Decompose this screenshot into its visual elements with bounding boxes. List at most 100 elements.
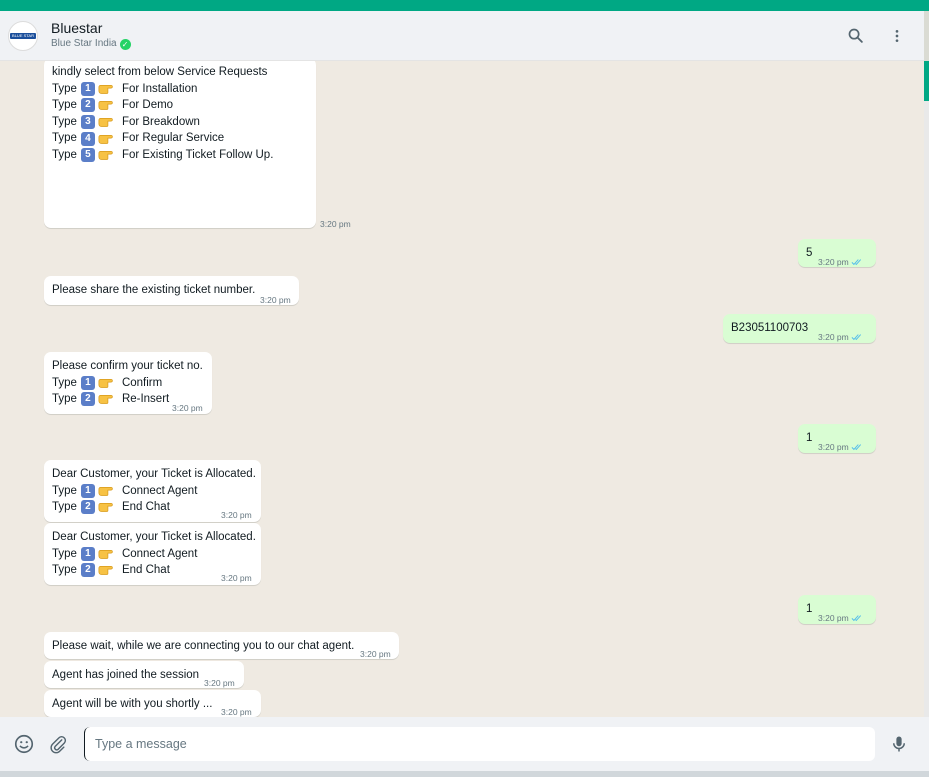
read-receipt-icon xyxy=(851,334,861,341)
message-line: Type 1 For Installation xyxy=(52,81,308,98)
outgoing-message-bubble[interactable]: B23051100703 3:20 pm xyxy=(723,314,876,343)
timestamp-text: 3:20 pm xyxy=(818,332,849,342)
read-receipt-icon xyxy=(851,444,861,451)
message-line: Type 4 For Regular Service xyxy=(52,130,308,147)
message-timestamp: 3:20 pm xyxy=(260,292,291,309)
message-text: For Existing Ticket Follow Up. xyxy=(121,148,274,161)
message-text: For Breakdown xyxy=(121,115,200,128)
message-timestamp: 3:20 pm xyxy=(172,400,203,417)
contact-info[interactable]: Bluestar Blue Star India ✓ xyxy=(51,20,131,51)
message-text: For Demo xyxy=(121,99,174,112)
timestamp-text: 3:20 pm xyxy=(260,295,291,305)
message-line: Type 5 For Existing Ticket Follow Up. xyxy=(52,147,308,164)
message-timestamp: 3:20 pm xyxy=(320,216,351,233)
message-line: Type 1 Connect Agent xyxy=(52,483,253,500)
window-bottom-edge xyxy=(0,771,929,777)
message-line: Type 1 Connect Agent xyxy=(52,546,253,563)
contact-subtitle: Blue Star India ✓ xyxy=(51,37,131,51)
avatar[interactable]: BLUE STAR xyxy=(8,20,38,51)
option-prefix: Type xyxy=(52,115,77,128)
message-text: Agent will be with you shortly ... xyxy=(52,698,213,710)
incoming-message-bubble[interactable]: Please wait, while we are connecting you… xyxy=(44,632,399,659)
message-text: Agent has joined the session xyxy=(52,669,200,681)
pointing-hand-icon xyxy=(98,118,113,127)
read-receipt-icon xyxy=(851,259,861,266)
top-accent-bar xyxy=(0,0,929,11)
pointing-hand-icon xyxy=(98,84,113,94)
keycap-number-icon: 1 xyxy=(80,375,95,390)
verified-badge-icon: ✓ xyxy=(119,38,131,50)
message-text: Please wait, while we are connecting you… xyxy=(52,640,355,652)
incoming-message-bubble[interactable]: Agent has joined the session 3:20 pm xyxy=(44,661,244,688)
timestamp-text: 3:20 pm xyxy=(818,613,849,623)
incoming-message-bubble[interactable]: Please share the existing ticket number.… xyxy=(44,276,299,305)
message-line: kindly select from below Service Request… xyxy=(52,64,308,81)
option-prefix: Type xyxy=(52,148,77,161)
keycap-number-icon: 1 xyxy=(80,483,95,498)
message-line: Dear Customer, your Ticket is Allocated. xyxy=(52,466,256,483)
pointing-hand-icon xyxy=(98,151,113,161)
option-prefix: Type xyxy=(52,501,77,514)
message-text: kindly select from below Service Request… xyxy=(52,66,268,78)
timestamp-text: 3:20 pm xyxy=(221,573,252,583)
keycap-number-icon: 2 xyxy=(80,98,95,113)
incoming-message-bubble[interactable]: Agent will be with you shortly ... 3:20 p… xyxy=(44,690,261,717)
message-list[interactable]: kindly select from below Service Request… xyxy=(0,61,924,717)
message-text: B23051100703 xyxy=(731,322,809,334)
message-line: Dear Customer, your Ticket is Allocated. xyxy=(52,529,256,546)
keycap-number-icon: 3 xyxy=(80,115,95,130)
voice-message-button[interactable] xyxy=(887,732,911,756)
search-icon xyxy=(848,28,863,43)
message-timestamp: 3:20 pm xyxy=(221,507,252,524)
option-prefix: Type xyxy=(52,484,77,497)
message-text: Dear Customer, your Ticket is Allocated. xyxy=(52,531,256,543)
keycap-number-icon: 2 xyxy=(80,563,95,578)
incoming-message-bubble[interactable]: Please confirm your ticket no. Type 1 Confi… xyxy=(44,352,212,414)
message-composer xyxy=(0,717,929,771)
attach-button[interactable] xyxy=(46,732,70,756)
incoming-message-bubble[interactable]: kindly select from below Service Request… xyxy=(44,61,351,229)
option-prefix: Type xyxy=(52,393,77,406)
message-text: Re-Insert xyxy=(121,393,170,406)
incoming-message-bubble[interactable]: Dear Customer, your Ticket is Allocated.… xyxy=(44,523,261,585)
message-line: Type 3 For Breakdown xyxy=(52,114,308,131)
chat-scrollbar[interactable] xyxy=(924,61,929,717)
message-text: End Chat xyxy=(121,564,170,577)
search-button[interactable] xyxy=(844,25,866,47)
option-prefix: Type xyxy=(52,99,77,112)
incoming-message-bubble[interactable]: Dear Customer, your Ticket is Allocated.… xyxy=(44,460,261,522)
message-text: For Installation xyxy=(121,82,198,95)
pointing-hand-icon xyxy=(98,486,113,496)
option-prefix: Type xyxy=(52,82,77,95)
attach-icon xyxy=(50,736,67,754)
outgoing-message-bubble[interactable]: 1 3:20 pm xyxy=(798,595,876,624)
option-prefix: Type xyxy=(52,376,77,389)
chat-header[interactable]: BLUE STAR Bluestar Blue Star India ✓ xyxy=(0,11,924,61)
pointing-hand-icon xyxy=(98,566,113,576)
keycap-number-icon: 2 xyxy=(80,392,95,407)
bluestar-logo: BLUE STAR xyxy=(10,32,36,39)
message-timestamp: 3:20 pm xyxy=(818,254,864,271)
timestamp-text: 3:20 pm xyxy=(320,219,351,229)
pointing-hand-icon xyxy=(98,549,113,559)
message-text: Connect Agent xyxy=(121,547,198,560)
option-prefix: Type xyxy=(52,564,77,577)
message-line: Please share the existing ticket number. xyxy=(52,282,291,299)
menu-icon xyxy=(895,29,899,42)
message-text: Please confirm your ticket no. xyxy=(52,360,203,372)
timestamp-text: 3:20 pm xyxy=(221,510,252,520)
keycap-number-icon: 1 xyxy=(80,81,95,96)
emoji-button[interactable] xyxy=(12,732,36,756)
emoji-icon xyxy=(14,734,34,754)
scrollbar-thumb[interactable] xyxy=(924,61,929,101)
outgoing-message-bubble[interactable]: 1 3:20 pm xyxy=(798,424,876,453)
menu-button[interactable] xyxy=(886,25,908,47)
outgoing-message-bubble[interactable]: 5 3:20 pm xyxy=(798,239,876,267)
read-receipt-icon xyxy=(851,615,861,622)
timestamp-text: 3:20 pm xyxy=(818,257,849,267)
keycap-number-icon: 1 xyxy=(80,546,95,561)
message-input[interactable] xyxy=(84,727,875,761)
message-line: Type 2 For Demo xyxy=(52,97,308,114)
business-name: Blue Star India xyxy=(51,38,117,49)
message-text: For Regular Service xyxy=(121,132,225,145)
